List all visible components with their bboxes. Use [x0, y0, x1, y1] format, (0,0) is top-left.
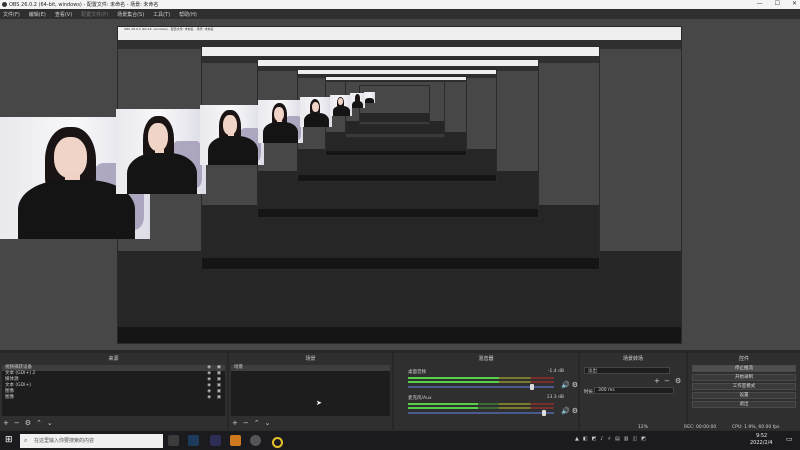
menu-help[interactable]: 帮助(H)	[179, 11, 197, 18]
duration-input[interactable]: 300 ms	[594, 387, 674, 394]
gear-icon[interactable]: ⚙	[572, 381, 578, 389]
search-icon: ⌕	[24, 437, 28, 444]
level-meter	[408, 381, 499, 383]
maximize-button[interactable]: ☐	[775, 0, 780, 7]
app-icon[interactable]	[230, 435, 241, 446]
webcam-image	[364, 92, 375, 103]
task-view-icon[interactable]	[168, 435, 179, 446]
mixer-dock: 混音器 桌面音频 -1.4 dB 🔊 ⚙ 麦克风/Aux 13.3 dB 🔊 ⚙	[394, 353, 578, 430]
mixer-header: 混音器	[478, 355, 494, 362]
clock-time: 9:52	[756, 433, 768, 439]
transition-select[interactable]: 淡出	[584, 367, 670, 374]
tray-icons: ▲◧◩♪⚡▤▥◫◩	[575, 436, 650, 442]
nested-screen	[359, 85, 430, 125]
exit-button[interactable]: 退出	[692, 401, 796, 408]
webcam-image	[330, 95, 352, 116]
move-up-icon[interactable]: ⌃	[254, 419, 260, 427]
mixer-channel-mic: 麦克风/Aux 13.3 dB 🔊 ⚙	[408, 395, 578, 416]
menu-bar: 文件(F) 编辑(E) 查看(V) 配置文件(P) 场景集合(S) 工具(T) …	[0, 9, 800, 19]
sources-dock: 来源 视频捕获设备 ◉ ▣ 文本 (GDI+) 2 ◉ ▣ 媒体源 ◉ ▣ 文本 (GDI+…	[0, 353, 227, 430]
add-icon[interactable]: +	[232, 419, 238, 427]
webcam-image	[300, 97, 332, 127]
status-rec: REC: 00:00:00	[684, 425, 717, 430]
app-icon[interactable]	[210, 435, 221, 446]
settings-button[interactable]: 设置	[692, 392, 796, 399]
menu-scene-collection[interactable]: 场景集合(S)	[117, 11, 144, 18]
remove-icon[interactable]: −	[664, 377, 670, 385]
scenes-dock: 场景 场景 + − ⌃ ⌄ ➤	[229, 353, 392, 430]
status-dropped: 12%	[638, 425, 649, 430]
webcam-image	[350, 93, 365, 108]
menu-profile[interactable]: 配置文件(P)	[81, 11, 108, 18]
taskbar: ⊞ ⌕ 在这里输入你要搜索的内容 ▲◧◩♪⚡▤▥◫◩ 9:52 2022/2/4…	[0, 431, 800, 450]
minimize-button[interactable]: —	[757, 0, 763, 7]
preview-area[interactable]: OBS 26.0.2 (64-bit, windows) - 配置文件: 未命名…	[0, 19, 800, 350]
notification-icon[interactable]: ▭	[786, 435, 793, 443]
webcam-image	[116, 109, 206, 194]
level-meter	[408, 407, 479, 409]
scenes-header: 场景	[305, 355, 316, 362]
gear-icon[interactable]: ⚙	[572, 407, 578, 415]
speaker-icon[interactable]: 🔊	[561, 407, 570, 415]
windows-start-icon[interactable]: ⊞	[5, 435, 13, 445]
add-icon[interactable]: +	[654, 377, 660, 385]
menu-view[interactable]: 查看(V)	[55, 11, 72, 18]
menu-edit[interactable]: 编辑(E)	[29, 11, 46, 18]
remove-icon[interactable]: −	[14, 419, 20, 427]
obs-logo-icon	[2, 2, 7, 7]
move-up-icon[interactable]: ⌃	[36, 419, 42, 427]
speaker-icon[interactable]: 🔊	[561, 381, 570, 389]
gear-icon[interactable]: ⚙	[25, 419, 31, 427]
remove-icon[interactable]: −	[243, 419, 249, 427]
status-cpu: CPU: 1.9%, 60.00 fps	[732, 425, 780, 430]
controls-dock: 控件 停止推流 开始录制 工作室模式 设置 退出	[688, 353, 800, 430]
lock-icon[interactable]: ▣	[217, 395, 221, 401]
menu-file[interactable]: 文件(F)	[3, 11, 20, 18]
level-meter	[408, 377, 499, 379]
title-bar: OBS 26.0.2 (64-bit, windows) - 配置文件: 未命名…	[0, 0, 800, 9]
add-icon[interactable]: +	[3, 419, 9, 427]
nested-title: OBS 26.0.2 (64-bit, windows) - 配置文件: 未命名…	[118, 27, 681, 40]
mouse-cursor-icon: ➤	[316, 399, 322, 407]
eye-icon[interactable]: ◉	[207, 395, 211, 401]
dock-area: 来源 视频捕获设备 ◉ ▣ 文本 (GDI+) 2 ◉ ▣ 媒体源 ◉ ▣ 文本 (GDI+…	[0, 350, 800, 430]
webcam-image	[200, 105, 264, 165]
stop-streaming-button[interactable]: 停止推流	[692, 365, 796, 372]
window-title: OBS 26.0.2 (64-bit, windows) - 配置文件: 未命名…	[9, 2, 159, 8]
scenes-list[interactable]: 场景	[231, 365, 390, 416]
webcam-image	[258, 100, 303, 143]
studio-mode-button[interactable]: 工作室模式	[692, 383, 796, 390]
close-button[interactable]: ✕	[792, 0, 797, 7]
steam-icon[interactable]	[188, 435, 199, 446]
move-down-icon[interactable]: ⌄	[47, 419, 53, 427]
gear-icon[interactable]: ⚙	[675, 377, 681, 385]
level-meter	[408, 403, 479, 405]
source-item[interactable]: 图像 ◉ ▣	[2, 395, 225, 401]
move-down-icon[interactable]: ⌄	[265, 419, 271, 427]
clock-date: 2022/2/4	[750, 440, 773, 446]
transitions-dock: 场景转场 淡出 + − ⚙ 时长 300 ms	[580, 353, 686, 430]
menu-tools[interactable]: 工具(T)	[153, 11, 170, 18]
controls-header: 控件	[738, 355, 749, 362]
sources-header: 来源	[108, 355, 119, 362]
transitions-header: 场景转场	[622, 355, 643, 362]
duration-label: 时长	[584, 390, 593, 395]
volume-slider[interactable]	[408, 384, 554, 390]
app-icon[interactable]	[272, 437, 283, 448]
volume-slider[interactable]	[408, 410, 554, 416]
sources-list[interactable]: 视频捕获设备 ◉ ▣ 文本 (GDI+) 2 ◉ ▣ 媒体源 ◉ ▣ 文本 (GDI+) ◉ ▣…	[2, 365, 225, 416]
start-recording-button[interactable]: 开始录制	[692, 374, 796, 381]
scene-item[interactable]: 场景	[231, 365, 390, 371]
obs-taskbar-icon[interactable]	[250, 435, 261, 446]
taskbar-search-input[interactable]: ⌕ 在这里输入你要搜索的内容	[20, 434, 163, 448]
